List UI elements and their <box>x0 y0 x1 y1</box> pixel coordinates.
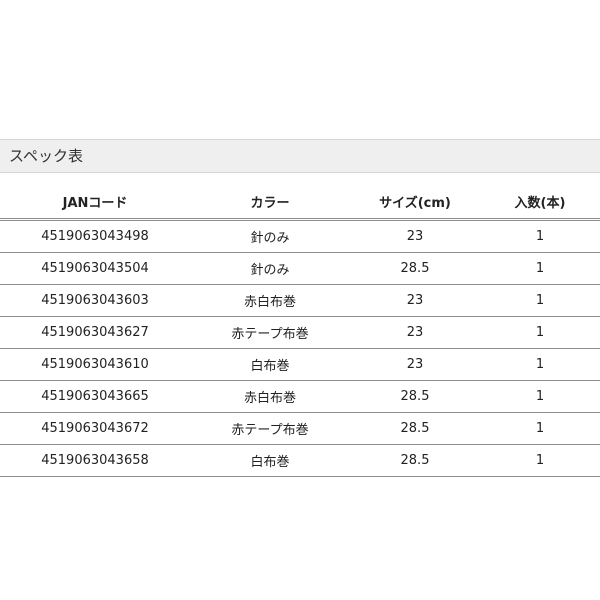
table-row: 4519063043603 赤白布巻 23 1 <box>0 284 600 317</box>
section-title: スペック表 <box>9 147 83 165</box>
cell-qty: 1 <box>480 252 600 285</box>
header-size: サイズ(cm) <box>350 185 480 221</box>
spec-table: JANコード カラー サイズ(cm) 入数(本) 4519063043498 針… <box>0 185 600 477</box>
cell-color: 赤白布巻 <box>190 380 350 413</box>
cell-color: 赤テープ布巻 <box>190 316 350 349</box>
table-row: 4519063043504 針のみ 28.5 1 <box>0 252 600 285</box>
table-row: 4519063043658 白布巻 28.5 1 <box>0 444 600 477</box>
cell-qty: 1 <box>480 316 600 349</box>
header-color: カラー <box>190 185 350 221</box>
cell-qty: 1 <box>480 284 600 317</box>
cell-jan: 4519063043610 <box>0 348 190 381</box>
cell-color: 針のみ <box>190 219 350 253</box>
table-row: 4519063043498 針のみ 23 1 <box>0 219 600 253</box>
cell-size: 23 <box>350 284 480 317</box>
cell-size: 28.5 <box>350 380 480 413</box>
cell-jan: 4519063043658 <box>0 444 190 477</box>
spec-section-header: スペック表 <box>0 139 600 173</box>
cell-color: 白布巻 <box>190 348 350 381</box>
cell-qty: 1 <box>480 444 600 477</box>
cell-jan: 4519063043672 <box>0 412 190 445</box>
cell-size: 28.5 <box>350 412 480 445</box>
header-qty: 入数(本) <box>480 185 600 221</box>
table-row: 4519063043627 赤テープ布巻 23 1 <box>0 316 600 349</box>
cell-qty: 1 <box>480 348 600 381</box>
cell-size: 28.5 <box>350 444 480 477</box>
cell-jan: 4519063043498 <box>0 219 190 253</box>
cell-size: 23 <box>350 219 480 253</box>
cell-qty: 1 <box>480 219 600 253</box>
cell-jan: 4519063043504 <box>0 252 190 285</box>
cell-qty: 1 <box>480 380 600 413</box>
cell-jan: 4519063043627 <box>0 316 190 349</box>
table-header-row: JANコード カラー サイズ(cm) 入数(本) <box>0 185 600 221</box>
table-row: 4519063043672 赤テープ布巻 28.5 1 <box>0 412 600 445</box>
cell-size: 23 <box>350 348 480 381</box>
table-row: 4519063043610 白布巻 23 1 <box>0 348 600 381</box>
cell-color: 針のみ <box>190 252 350 285</box>
cell-color: 白布巻 <box>190 444 350 477</box>
header-jan: JANコード <box>0 185 190 221</box>
cell-color: 赤白布巻 <box>190 284 350 317</box>
table-row: 4519063043665 赤白布巻 28.5 1 <box>0 380 600 413</box>
cell-size: 23 <box>350 316 480 349</box>
cell-size: 28.5 <box>350 252 480 285</box>
cell-jan: 4519063043665 <box>0 380 190 413</box>
cell-qty: 1 <box>480 412 600 445</box>
cell-color: 赤テープ布巻 <box>190 412 350 445</box>
cell-jan: 4519063043603 <box>0 284 190 317</box>
